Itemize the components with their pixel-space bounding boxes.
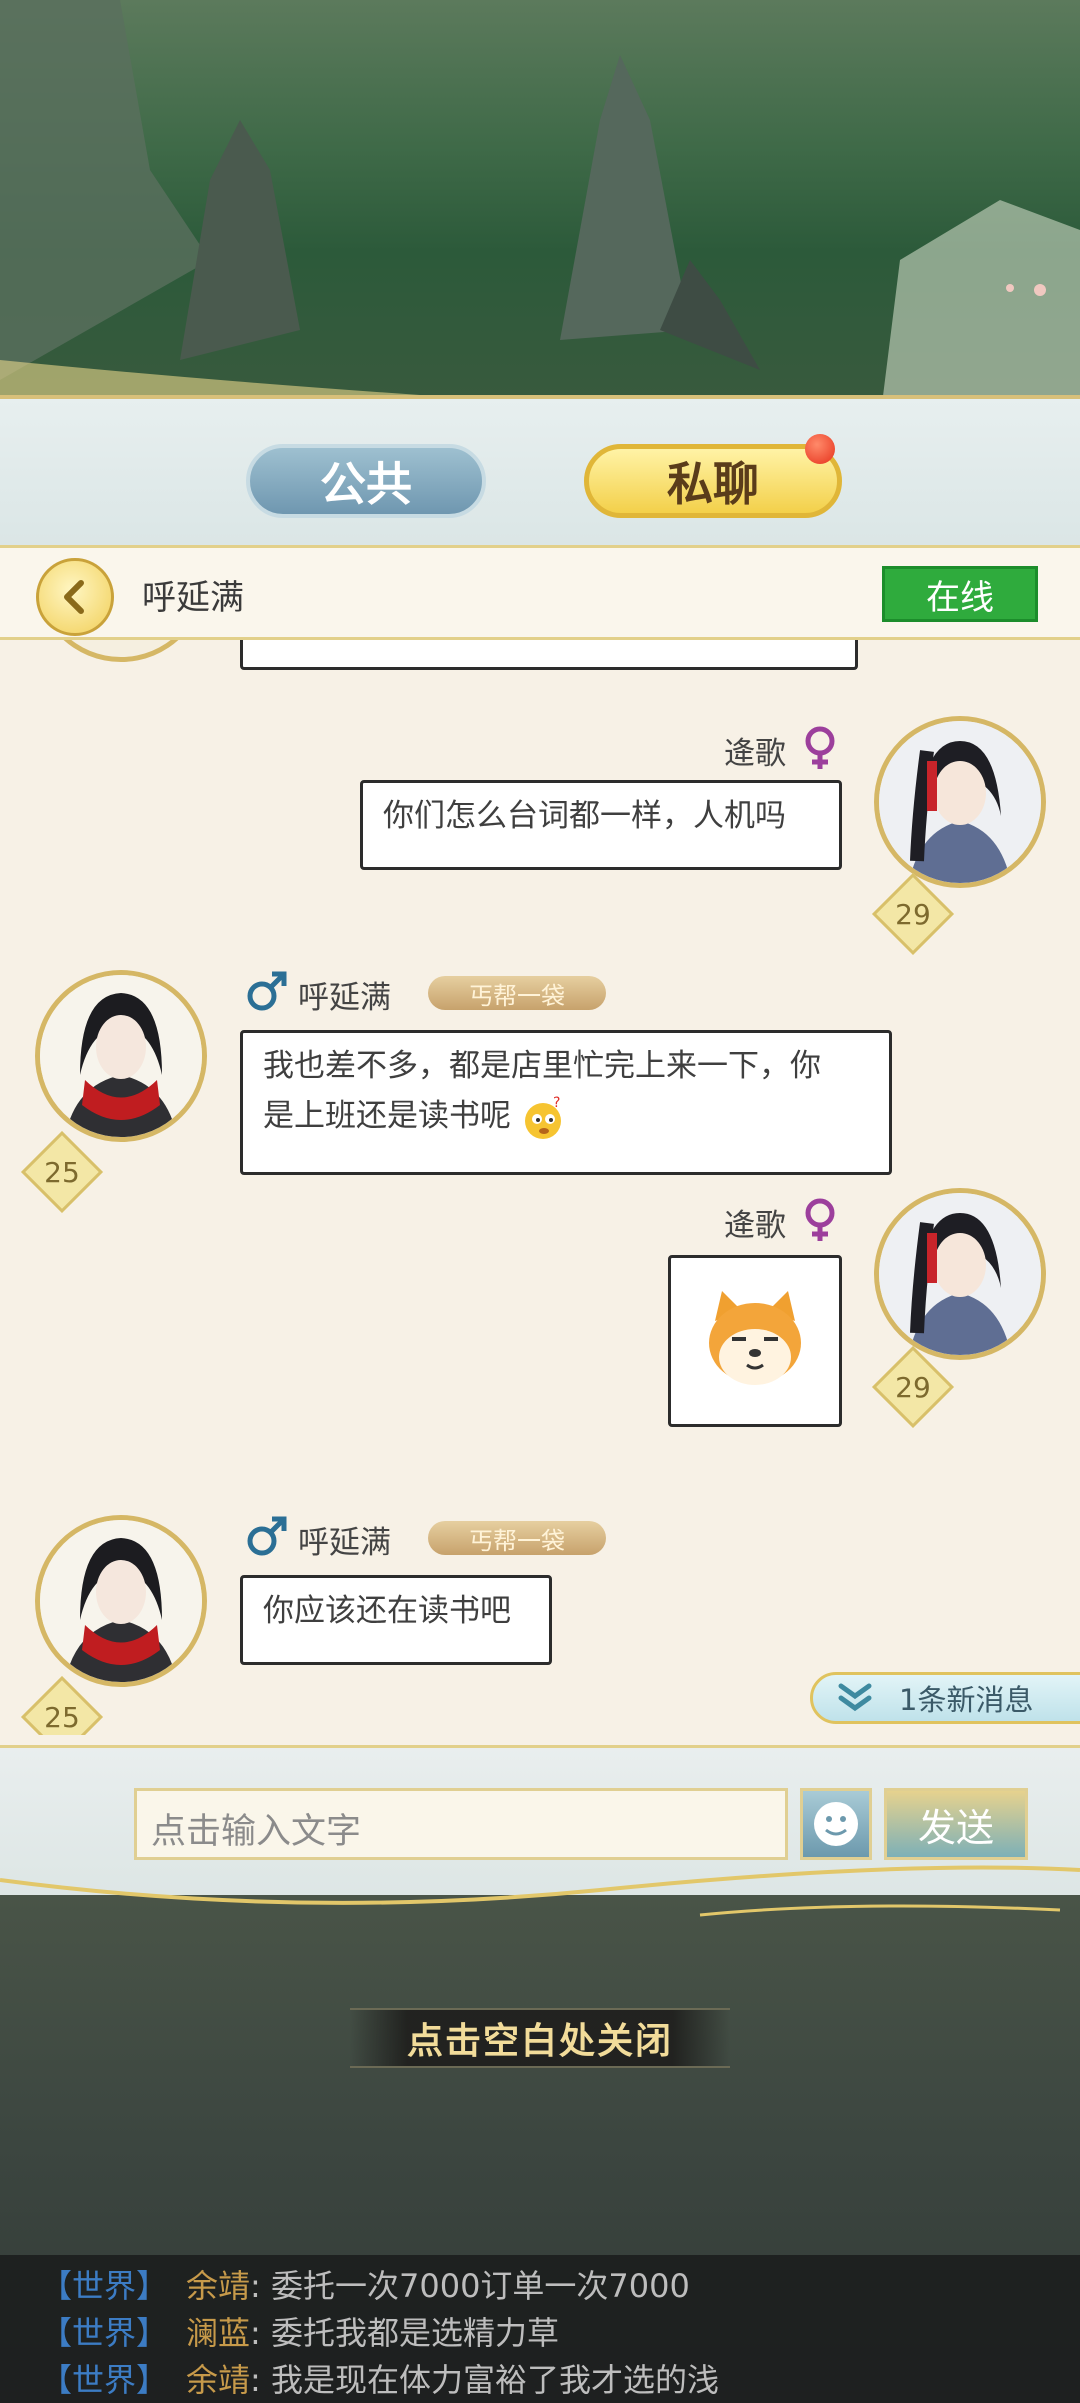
online-status-button[interactable]: 在线 (882, 566, 1038, 622)
sender-name: 呼延满 (298, 1525, 391, 1561)
male-icon (247, 971, 287, 1011)
message-text-line: 我也差不多，都是店里忙完上来一下，你 (263, 1048, 821, 1084)
sticker-bubble[interactable] (668, 1255, 842, 1427)
world-tag: 【世界】 (40, 2361, 169, 2399)
world-chat-line: 【世界】 余靖: 委托一次7000订单一次7000 (40, 2267, 690, 2305)
world-tag: 【世界】 (40, 2314, 169, 2352)
message-bubble[interactable]: 你应该还在读书吧 (240, 1575, 552, 1665)
message-text: 你应该还在读书吧 (263, 1593, 511, 1629)
conversation-header: 呼延满 在线 (0, 545, 1080, 640)
message-bubble[interactable]: 我也差不多，都是店里忙完上来一下，你 是上班还是读书呢 ? (240, 1030, 892, 1175)
tab-private[interactable]: 私聊 (584, 444, 842, 518)
message-list[interactable]: 逄歌 你们怎么台词都一样，人机吗 29 呼延满 丐帮一袋 25 我也差不多，都是… (0, 640, 1080, 1735)
world-text: 委托我都是选精力草 (270, 2314, 559, 2352)
message-text: 你们怎么台词都一样，人机吗 (383, 798, 786, 834)
landscape-background-top (0, 0, 1080, 420)
channel-tab-bar: 公共 私聊 (0, 395, 1080, 545)
female-icon (805, 726, 835, 769)
avatar (35, 640, 207, 662)
chevron-left-icon (64, 580, 84, 614)
world-chat-feed[interactable]: 【世界】 余靖: 委托一次7000订单一次7000 【世界】 澜蓝: 委托我都是选精… (0, 2255, 1080, 2403)
smiley-icon (814, 1802, 858, 1846)
message-bubble-partial (240, 640, 858, 670)
avatar[interactable] (874, 1188, 1046, 1360)
level-badge: 29 (871, 1345, 955, 1429)
world-text: 我是现在体力富裕了我才选的浅 (270, 2361, 719, 2399)
world-sender: 余靖 (186, 2267, 251, 2305)
avatar[interactable] (874, 716, 1046, 888)
world-tag: 【世界】 (40, 2267, 169, 2305)
thinking-emoji-icon: ? (524, 1095, 561, 1139)
level-badge: 25 (20, 1130, 104, 1214)
guild-badge: 丐帮一袋 (428, 976, 606, 1010)
svg-text:?: ? (553, 1095, 560, 1111)
send-button[interactable]: 发送 (884, 1788, 1028, 1860)
close-hint[interactable]: 点击空白处关闭 (350, 2008, 730, 2068)
world-sender: 澜蓝 (186, 2314, 251, 2352)
male-icon (247, 1516, 287, 1556)
sender-name: 逄歌 (724, 736, 786, 772)
world-text: 委托一次7000订单一次7000 (270, 2267, 690, 2305)
mountain-painting (0, 0, 1080, 420)
sender-name: 逄歌 (724, 1208, 786, 1244)
double-chevron-down-icon (838, 1683, 872, 1712)
avatar[interactable] (35, 970, 207, 1142)
gold-swirl-decoration (0, 1865, 1080, 1917)
tab-public[interactable]: 公共 (246, 444, 486, 518)
female-icon (805, 1198, 835, 1241)
female-character-portrait (879, 1193, 1041, 1355)
shiba-dog-sticker (709, 1291, 801, 1385)
male-character-portrait (40, 1520, 202, 1682)
new-message-indicator[interactable]: 1条新消息 (810, 1672, 1080, 1724)
world-chat-line: 【世界】 澜蓝: 委托我都是选精力草 (40, 2314, 559, 2352)
female-character-portrait (879, 721, 1041, 883)
new-message-label: 1条新消息 (899, 1683, 1034, 1717)
guild-badge: 丐帮一袋 (428, 1521, 606, 1555)
message-text-line-wrap: 是上班还是读书呢 ? (263, 1091, 869, 1141)
world-sender: 余靖 (186, 2361, 251, 2399)
world-chat-line: 【世界】 余靖: 我是现在体力富裕了我才选的浅 (40, 2361, 719, 2399)
level-badge: 25 (20, 1675, 104, 1735)
message-bubble[interactable]: 你们怎么台词都一样，人机吗 (360, 780, 842, 870)
back-button[interactable] (36, 558, 114, 636)
message-text-line: 是上班还是读书呢 (263, 1098, 511, 1134)
conversation-name: 呼延满 (142, 578, 244, 618)
avatar[interactable] (35, 1515, 207, 1687)
male-character-portrait (40, 975, 202, 1137)
sender-name: 呼延满 (298, 980, 391, 1016)
emoji-button[interactable] (800, 1788, 872, 1860)
message-input[interactable]: 点击输入文字 (134, 1788, 788, 1860)
private-chat-panel: 公共 私聊 呼延满 在线 逄歌 你们怎么台词都一样，人机吗 29 呼延满 丐帮一… (0, 395, 1080, 1895)
unread-dot (805, 434, 835, 464)
